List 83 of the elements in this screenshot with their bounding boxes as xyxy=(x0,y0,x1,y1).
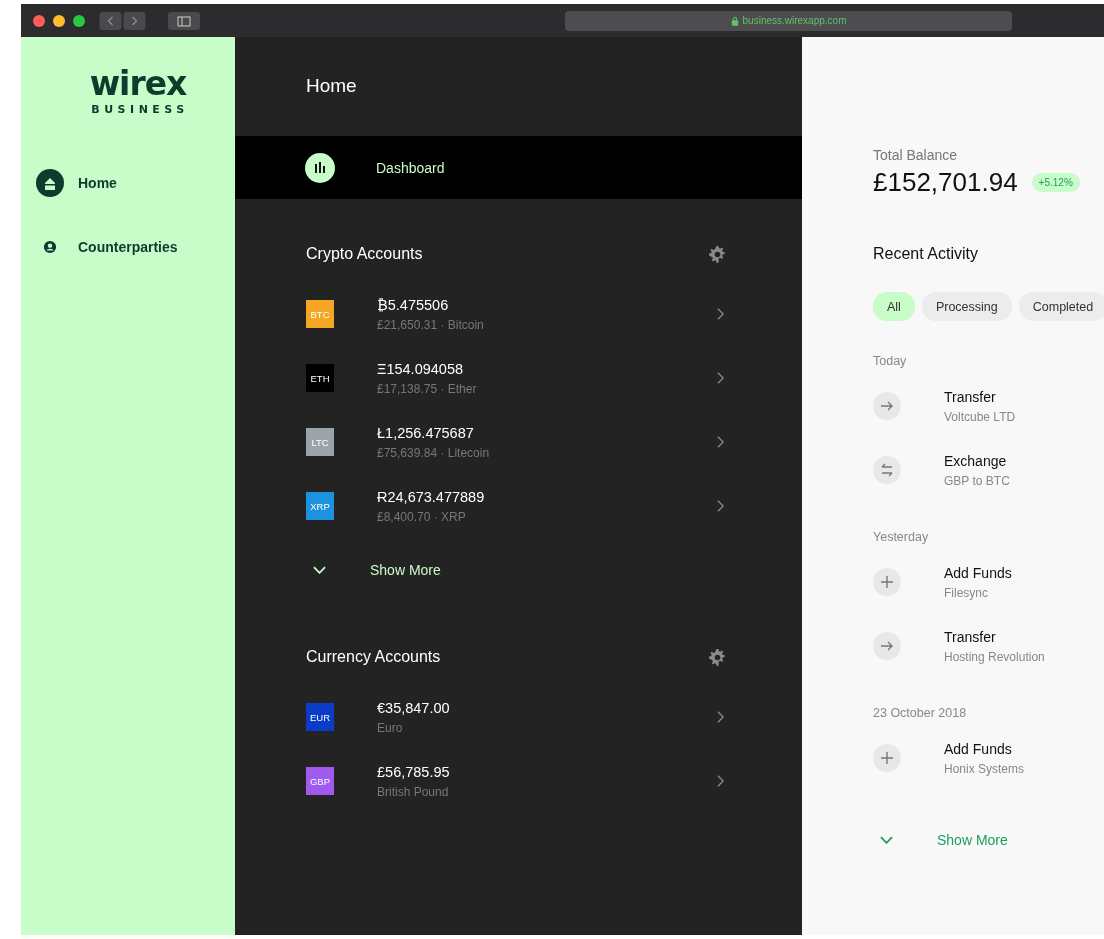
filter-chip[interactable]: Completed xyxy=(1018,292,1104,321)
section-title: Crypto Accounts xyxy=(306,245,423,263)
account-detail: £17,138.75 · Ether xyxy=(377,381,478,396)
account-row[interactable]: LTC Ł1,256.475687 £75,639.84 · Litecoin xyxy=(235,410,802,474)
activity-party: Filesync xyxy=(944,585,989,600)
lock-icon xyxy=(730,15,739,26)
settings-icon[interactable] xyxy=(709,648,726,666)
page-title: Home xyxy=(305,74,358,98)
account-amount: €35,847.00 xyxy=(377,699,451,716)
date-heading: 23 October 2018 xyxy=(873,706,968,720)
activity-party: Honix Systems xyxy=(944,761,1025,776)
account-row[interactable]: GBP £56,785.95 British Pound xyxy=(235,749,802,813)
chevron-right-icon xyxy=(717,775,724,787)
activity-title: Add Funds xyxy=(944,564,1012,581)
currency-badge: GBP xyxy=(306,767,334,795)
chevron-down-icon xyxy=(880,836,893,844)
settings-icon[interactable] xyxy=(709,245,726,263)
account-detail: £8,400.70 · XRP xyxy=(377,509,467,524)
swap-arrows-icon xyxy=(873,456,901,484)
activity-party: GBP to BTC xyxy=(944,473,1010,488)
filter-chip[interactable]: Processing xyxy=(921,292,1012,321)
account-detail: £21,650.31 · Bitcoin xyxy=(377,317,485,332)
chevron-right-icon xyxy=(717,372,724,384)
dashboard-item[interactable]: Dashboard xyxy=(235,136,802,199)
activity-party: Voltcube LTD xyxy=(944,409,1016,424)
date-heading: Today xyxy=(873,354,908,368)
activity-row[interactable]: Exchange GBP to BTC xyxy=(873,438,1104,502)
activity-title: Transfer xyxy=(944,628,997,645)
activity-title: Transfer xyxy=(944,388,997,405)
balance-amount: £152,701.94 xyxy=(873,167,1018,198)
activity-party: Hosting Revolution xyxy=(944,649,1045,664)
chevron-down-icon xyxy=(313,566,326,574)
account-amount: Ɍ24,673.477889 xyxy=(377,488,486,505)
activity-row[interactable]: Transfer Hosting Revolution xyxy=(873,614,1104,678)
chevron-right-icon xyxy=(717,500,724,512)
activity-row[interactable]: Add Funds Filesync xyxy=(873,550,1104,614)
sidebar-item[interactable]: Counterparties xyxy=(21,225,235,269)
currency-badge: EUR xyxy=(306,703,334,731)
balance-label: Total Balance xyxy=(873,147,959,163)
forward-button[interactable] xyxy=(123,11,146,30)
chevron-right-icon xyxy=(717,308,724,320)
address-bar[interactable]: business.wirexapp.com xyxy=(565,10,1012,31)
window-control-button[interactable] xyxy=(33,14,45,27)
show-more-link[interactable]: Show More xyxy=(235,538,441,602)
sidebar-toggle-button[interactable] xyxy=(168,11,200,30)
filter-chip[interactable]: All xyxy=(873,292,915,321)
account-row[interactable]: XRP Ɍ24,673.477889 £8,400.70 · XRP xyxy=(235,474,802,538)
window-control-button[interactable] xyxy=(73,14,85,27)
currency-badge: ETH xyxy=(306,364,334,392)
activity-row[interactable]: Add Funds Honix Systems xyxy=(873,726,1104,790)
change-badge: +5.12% xyxy=(1031,173,1080,192)
account-amount: £56,785.95 xyxy=(377,763,451,780)
currency-badge: XRP xyxy=(306,492,334,520)
account-amount: ₿5.475506 xyxy=(377,296,450,313)
account-row[interactable]: BTC ₿5.475506 £21,650.31 · Bitcoin xyxy=(235,282,802,346)
date-heading: Yesterday xyxy=(873,530,930,544)
account-detail: British Pound xyxy=(377,784,450,799)
url-text: business.wirexapp.com xyxy=(742,15,847,26)
plus-icon xyxy=(873,744,901,772)
activity-row[interactable]: Transfer Voltcube LTD xyxy=(873,374,1104,438)
chevron-right-icon xyxy=(717,436,724,448)
section-title: Recent Activity xyxy=(873,245,979,263)
account-row[interactable]: EUR €35,847.00 Euro xyxy=(235,685,802,749)
account-row[interactable]: ETH Ξ154.094058 £17,138.75 · Ether xyxy=(235,346,802,410)
plus-icon xyxy=(873,568,901,596)
activity-title: Exchange xyxy=(944,452,1008,469)
sidebar-item[interactable]: Home xyxy=(21,161,235,205)
logo-subtitle: BUSINESS xyxy=(90,103,189,116)
account-detail: £75,639.84 · Litecoin xyxy=(377,445,491,460)
arrow-right-icon xyxy=(873,632,901,660)
account-amount: Ł1,256.475687 xyxy=(377,424,475,441)
back-button[interactable] xyxy=(99,11,122,30)
logo-wordmark: wirex xyxy=(89,67,187,101)
activity-title: Add Funds xyxy=(944,740,1013,757)
currency-badge: BTC xyxy=(306,300,334,328)
bar-chart-icon xyxy=(305,152,335,183)
account-amount: Ξ154.094058 xyxy=(377,360,465,377)
window-control-button[interactable] xyxy=(53,14,65,27)
account-detail: Euro xyxy=(377,720,404,735)
chevron-right-icon xyxy=(717,711,724,723)
currency-badge: LTC xyxy=(306,428,334,456)
section-title: Currency Accounts xyxy=(306,648,441,666)
arrow-right-icon xyxy=(873,392,901,420)
